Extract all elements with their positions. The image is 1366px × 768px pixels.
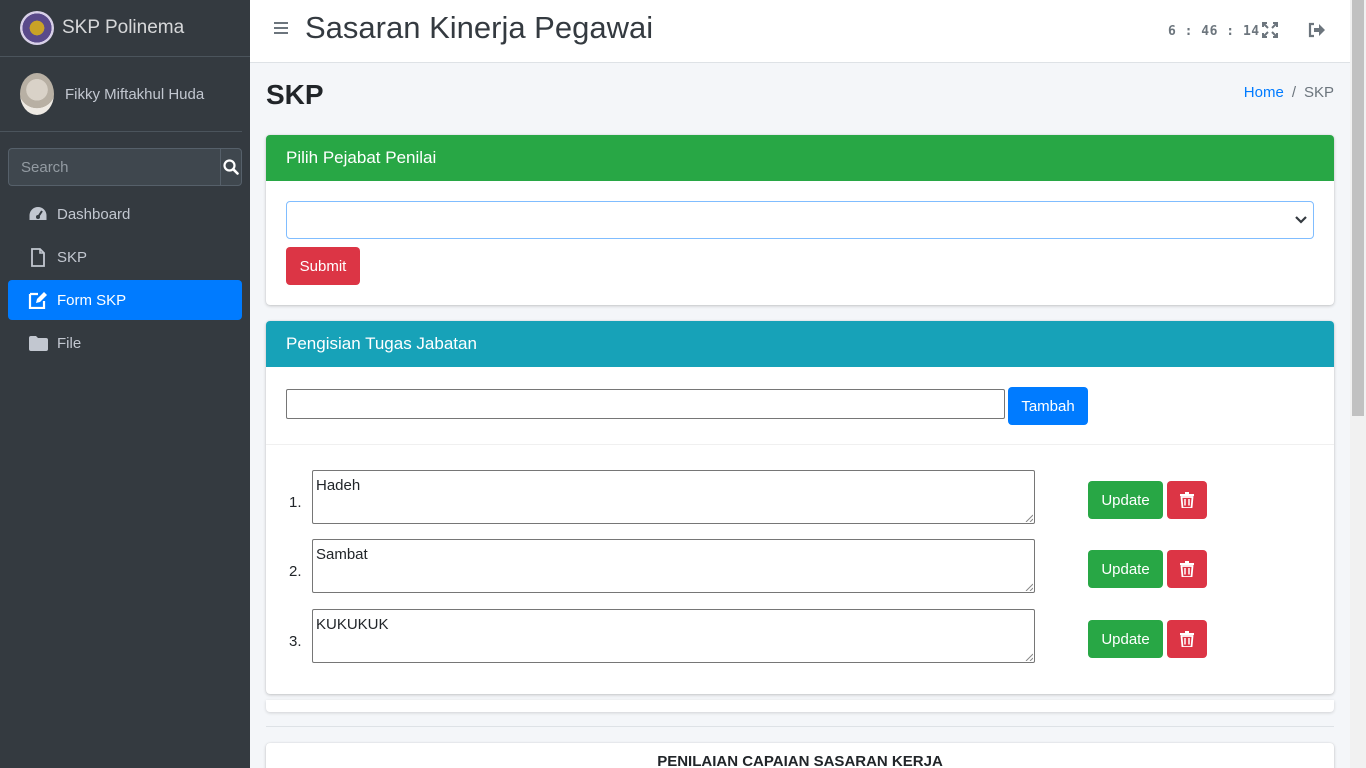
card-footer	[266, 700, 1334, 712]
main-content: SKP Home / SKP Pilih Pejabat Penilai Sub…	[250, 63, 1350, 768]
user-panel[interactable]: Fikky Miftakhul Huda	[0, 57, 242, 132]
sidebar-item-skp[interactable]: SKP	[8, 237, 242, 277]
task-textarea[interactable]: Sambat	[312, 539, 1035, 593]
edit-icon	[27, 290, 49, 310]
task-input[interactable]	[286, 389, 1005, 419]
sidebar: SKP Polinema Fikky Miftakhul Huda Dashbo…	[0, 0, 250, 768]
sign-out-icon	[1308, 22, 1325, 38]
update-button[interactable]: Update	[1088, 620, 1163, 658]
file-icon	[27, 247, 49, 267]
breadcrumb-home-link[interactable]: Home	[1244, 84, 1284, 101]
search-icon	[223, 159, 239, 175]
logout-button[interactable]	[1308, 22, 1326, 43]
brand-link[interactable]: SKP Polinema	[0, 0, 250, 57]
user-name[interactable]: Fikky Miftakhul Huda	[65, 86, 204, 103]
tambah-button[interactable]: Tambah	[1008, 387, 1088, 425]
delete-button[interactable]	[1167, 620, 1207, 658]
header-title: Sasaran Kinerja Pegawai	[305, 10, 654, 45]
task-list: 1. Hadeh Update 2. Sambat Update 3. KUKU…	[266, 444, 1334, 694]
pejabat-select[interactable]	[286, 201, 1314, 239]
sidebar-item-label: File	[57, 334, 82, 352]
delete-button[interactable]	[1167, 481, 1207, 519]
breadcrumb-current: SKP	[1303, 84, 1334, 101]
task-textarea[interactable]: Hadeh	[312, 470, 1035, 524]
breadcrumb-separator: /	[1291, 84, 1296, 101]
trash-icon	[1180, 631, 1194, 647]
pejabat-penilai-card: Pilih Pejabat Penilai Submit	[266, 135, 1334, 305]
avatar	[20, 73, 54, 115]
task-text: Sambat	[316, 546, 368, 563]
delete-button[interactable]	[1167, 550, 1207, 588]
trash-icon	[1180, 492, 1194, 508]
task-text: Hadeh	[316, 477, 361, 494]
sidebar-item-label: Dashboard	[57, 205, 131, 223]
penilaian-card: PENILAIAN CAPAIAN SASARAN KERJA	[266, 743, 1334, 768]
task-number: 1.	[289, 494, 302, 511]
update-button[interactable]: Update	[1088, 550, 1163, 588]
hamburger-icon	[274, 22, 288, 34]
task-number: 2.	[289, 563, 302, 580]
fullscreen-button[interactable]	[1262, 22, 1278, 43]
pejabat-card-header: Pilih Pejabat Penilai	[266, 135, 1334, 181]
section-divider	[266, 726, 1334, 727]
menu-toggle-button[interactable]	[274, 21, 288, 35]
resize-handle-icon[interactable]	[1025, 653, 1033, 661]
tugas-jabatan-card: Pengisian Tugas Jabatan Tambah 1. Hadeh …	[266, 321, 1334, 694]
tugas-card-header: Pengisian Tugas Jabatan	[266, 321, 1334, 367]
resize-handle-icon[interactable]	[1025, 514, 1033, 522]
submit-button[interactable]: Submit	[286, 247, 360, 285]
sidebar-item-label: SKP	[57, 248, 88, 266]
search-input[interactable]	[8, 148, 220, 186]
tachometer-icon	[27, 204, 49, 224]
search-button[interactable]	[220, 148, 242, 186]
chevron-down-icon	[1295, 216, 1307, 224]
clock: 6 : 46 : 14	[1168, 24, 1260, 39]
scrollbar-thumb[interactable]	[1352, 0, 1364, 416]
sidebar-nav: Dashboard SKP Form SKP File	[8, 194, 242, 366]
sidebar-item-label: Form SKP	[57, 291, 127, 309]
sidebar-item-file[interactable]: File	[8, 323, 242, 363]
update-button[interactable]: Update	[1088, 481, 1163, 519]
sidebar-item-form-skp[interactable]: Form SKP	[8, 280, 242, 320]
task-textarea[interactable]: KUKUKUK	[312, 609, 1035, 663]
task-text: KUKUKUK	[316, 616, 389, 633]
resize-handle-icon[interactable]	[1025, 583, 1033, 591]
trash-icon	[1180, 561, 1194, 577]
task-number: 3.	[289, 633, 302, 650]
folder-icon	[27, 333, 49, 353]
brand-logo	[20, 11, 54, 45]
breadcrumb: Home / SKP	[1244, 84, 1334, 101]
expand-icon	[1262, 22, 1278, 38]
page-title: SKP	[266, 79, 324, 110]
brand-text: SKP Polinema	[62, 17, 185, 38]
page-scrollbar[interactable]	[1350, 0, 1366, 768]
penilaian-title: PENILAIAN CAPAIAN SASARAN KERJA	[657, 753, 943, 768]
top-navbar: Sasaran Kinerja Pegawai 6 : 46 : 14	[250, 0, 1350, 63]
sidebar-item-dashboard[interactable]: Dashboard	[8, 194, 242, 234]
sidebar-search	[8, 148, 242, 186]
